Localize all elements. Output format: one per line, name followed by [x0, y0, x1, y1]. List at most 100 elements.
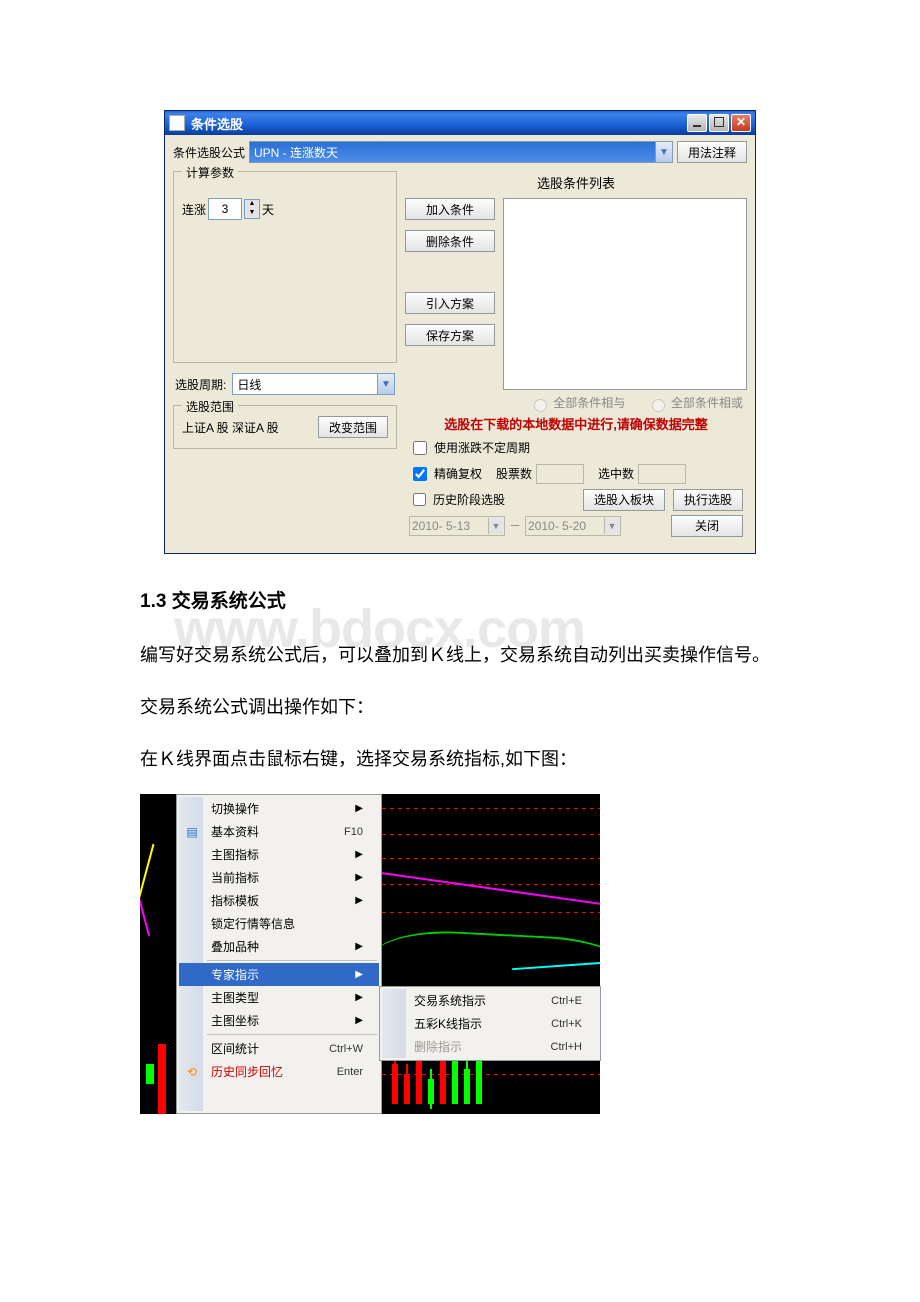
delete-condition-button[interactable]: 删除条件: [405, 230, 495, 252]
menu-item[interactable]: 主图类型▶: [179, 986, 379, 1009]
app-icon: [169, 115, 185, 131]
range-text: 上证A 股 深证A 股: [182, 419, 279, 436]
submenu-arrow-icon: ▶: [355, 803, 363, 814]
formula-label: 条件选股公式: [173, 144, 245, 161]
menu-item[interactable]: 叠加品种 ▶: [179, 935, 379, 958]
stock-count-field: [536, 464, 584, 484]
condition-list-header: 选股条件列表: [405, 173, 747, 192]
period-select[interactable]: 日线 ▼: [232, 373, 395, 395]
selected-count-field: [638, 464, 686, 484]
menu-shortcut: F10: [344, 826, 363, 838]
menu-item[interactable]: 当前指标▶: [179, 866, 379, 889]
param-label-post: 天: [262, 201, 274, 218]
submenu-item[interactable]: 交易系统指示 Ctrl+E: [382, 989, 598, 1012]
menu-item-label: 历史同步回忆: [211, 1063, 283, 1080]
menu-item[interactable]: 专家指示 ▶: [179, 963, 379, 986]
menu-shortcut: Ctrl+W: [329, 1043, 363, 1055]
submenu-item: 删除指示Ctrl+H: [382, 1035, 598, 1058]
menu-item[interactable]: 主图坐标 ▶: [179, 1009, 379, 1032]
dialog-titlebar[interactable]: 条件选股 ✕: [165, 111, 755, 135]
close-button[interactable]: 关闭: [671, 515, 743, 537]
formula-combo-text: UPN - 连涨数天: [254, 144, 338, 161]
precise-fuquan-label: 精确复权: [434, 465, 482, 482]
condition-listbox[interactable]: [503, 198, 747, 390]
radio-or[interactable]: 全部条件相或: [647, 396, 743, 410]
variable-period-checkbox[interactable]: [413, 441, 427, 455]
chevron-down-icon[interactable]: ▼: [488, 518, 503, 534]
data-notice: 选股在下载的本地数据中进行,请确保数据完整: [405, 412, 747, 435]
period-value: 日线: [237, 376, 261, 393]
execute-button[interactable]: 执行选股: [673, 489, 743, 511]
submenu-arrow-icon: ▶: [355, 895, 363, 906]
chart-left-strip: [140, 794, 176, 1114]
submenu-arrow-icon: ▶: [355, 849, 363, 860]
period-label: 选股周期:: [175, 376, 226, 393]
add-to-board-button[interactable]: 选股入板块: [583, 489, 665, 511]
menu-item[interactable]: ⟲ 历史同步回忆 Enter: [179, 1060, 379, 1083]
chevron-down-icon[interactable]: ▼: [655, 142, 672, 162]
variable-period-label: 使用涨跌不定周期: [434, 439, 530, 456]
minimize-button[interactable]: [687, 114, 707, 132]
import-plan-button[interactable]: 引入方案: [405, 292, 495, 314]
chevron-down-icon[interactable]: ▼: [377, 374, 394, 394]
history-range-checkbox[interactable]: [413, 493, 426, 506]
save-plan-button[interactable]: 保存方案: [405, 324, 495, 346]
change-range-button[interactable]: 改变范围: [318, 416, 388, 438]
date-separator: －: [509, 517, 521, 534]
menu-item[interactable]: 区间统计Ctrl+W: [179, 1037, 379, 1060]
add-condition-button[interactable]: 加入条件: [405, 198, 495, 220]
menu-item-label: 专家指示: [211, 966, 259, 983]
submenu-item-label: 交易系统指示: [414, 992, 486, 1009]
selected-count-label: 选中数: [598, 465, 634, 482]
submenu-arrow-icon: ▶: [355, 992, 363, 1003]
context-submenu[interactable]: 交易系统指示 Ctrl+E 五彩K线指示 Ctrl+K 删除指示Ctrl+H: [379, 986, 601, 1061]
usage-help-button[interactable]: 用法注释: [677, 141, 747, 163]
precise-fuquan-checkbox[interactable]: [413, 467, 427, 481]
submenu-arrow-icon: ▶: [355, 941, 363, 952]
section-heading: 1.3 交易系统公式: [140, 584, 780, 620]
close-window-button[interactable]: ✕: [731, 114, 751, 132]
maximize-button[interactable]: [709, 114, 729, 132]
menu-item-label: 叠加品种: [211, 938, 259, 955]
stock-count-label: 股票数: [496, 465, 532, 482]
document-icon: ▤: [184, 824, 200, 840]
doc-paragraph: 在Ｋ线界面点击鼠标右键，选择交易系统指标,如下图：: [140, 742, 780, 776]
kline-chart-screenshot: 切换操作 ▶ ▤基本资料F10 主图指标 ▶ 当前指标▶ 指标模板 ▶ 锁定行情等信息叠加品种 ▶…: [140, 794, 600, 1114]
range-legend: 选股范围: [182, 398, 238, 415]
menu-item-label: 锁定行情等信息: [211, 915, 295, 932]
menu-item-label: 主图坐标: [211, 1012, 259, 1029]
menu-item[interactable]: 主图指标 ▶: [179, 843, 379, 866]
radio-and[interactable]: 全部条件相与: [529, 396, 625, 410]
submenu-item-label: 五彩K线指示: [414, 1015, 482, 1032]
dialog-title: 条件选股: [191, 114, 243, 133]
menu-item-label: 主图指标: [211, 846, 259, 863]
date-to-input[interactable]: 2010- 5-20▼: [525, 516, 621, 536]
menu-shortcut: Enter: [337, 1066, 363, 1078]
submenu-arrow-icon: ▶: [355, 969, 363, 980]
params-legend: 计算参数: [182, 164, 238, 181]
menu-item[interactable]: ▤基本资料F10: [179, 820, 379, 843]
history-range-label: 历史阶段选股: [433, 491, 505, 508]
date-from-input[interactable]: 2010- 5-13▼: [409, 516, 505, 536]
submenu-shortcut: Ctrl+K: [551, 1018, 582, 1030]
submenu-item-label: 删除指示: [414, 1038, 462, 1055]
history-icon: ⟲: [184, 1064, 200, 1080]
menu-item[interactable]: 锁定行情等信息: [179, 912, 379, 935]
param-label-pre: 连涨: [182, 201, 206, 218]
menu-item-label: 指标模板: [211, 892, 259, 909]
menu-item[interactable]: 切换操作 ▶: [179, 797, 379, 820]
spinner-buttons[interactable]: ▲▼: [244, 199, 260, 219]
days-spinner[interactable]: [208, 198, 242, 220]
chevron-down-icon[interactable]: ▼: [604, 518, 619, 534]
context-menu[interactable]: 切换操作 ▶ ▤基本资料F10 主图指标 ▶ 当前指标▶ 指标模板 ▶ 锁定行情等信息叠加品种 ▶…: [176, 794, 382, 1114]
submenu-shortcut: Ctrl+E: [551, 995, 582, 1007]
menu-item-label: 切换操作: [211, 800, 259, 817]
menu-item[interactable]: 指标模板 ▶: [179, 889, 379, 912]
submenu-arrow-icon: ▶: [355, 1015, 363, 1026]
chart-right-area: [382, 794, 600, 1114]
stock-filter-dialog: 条件选股 ✕ 条件选股公式 UPN - 连涨数天 ▼ 用法注释: [164, 110, 756, 554]
submenu-item[interactable]: 五彩K线指示 Ctrl+K: [382, 1012, 598, 1035]
doc-paragraph: 交易系统公式调出操作如下：: [140, 690, 780, 724]
menu-separator: [207, 960, 377, 961]
formula-combo[interactable]: UPN - 连涨数天 ▼: [249, 141, 673, 163]
